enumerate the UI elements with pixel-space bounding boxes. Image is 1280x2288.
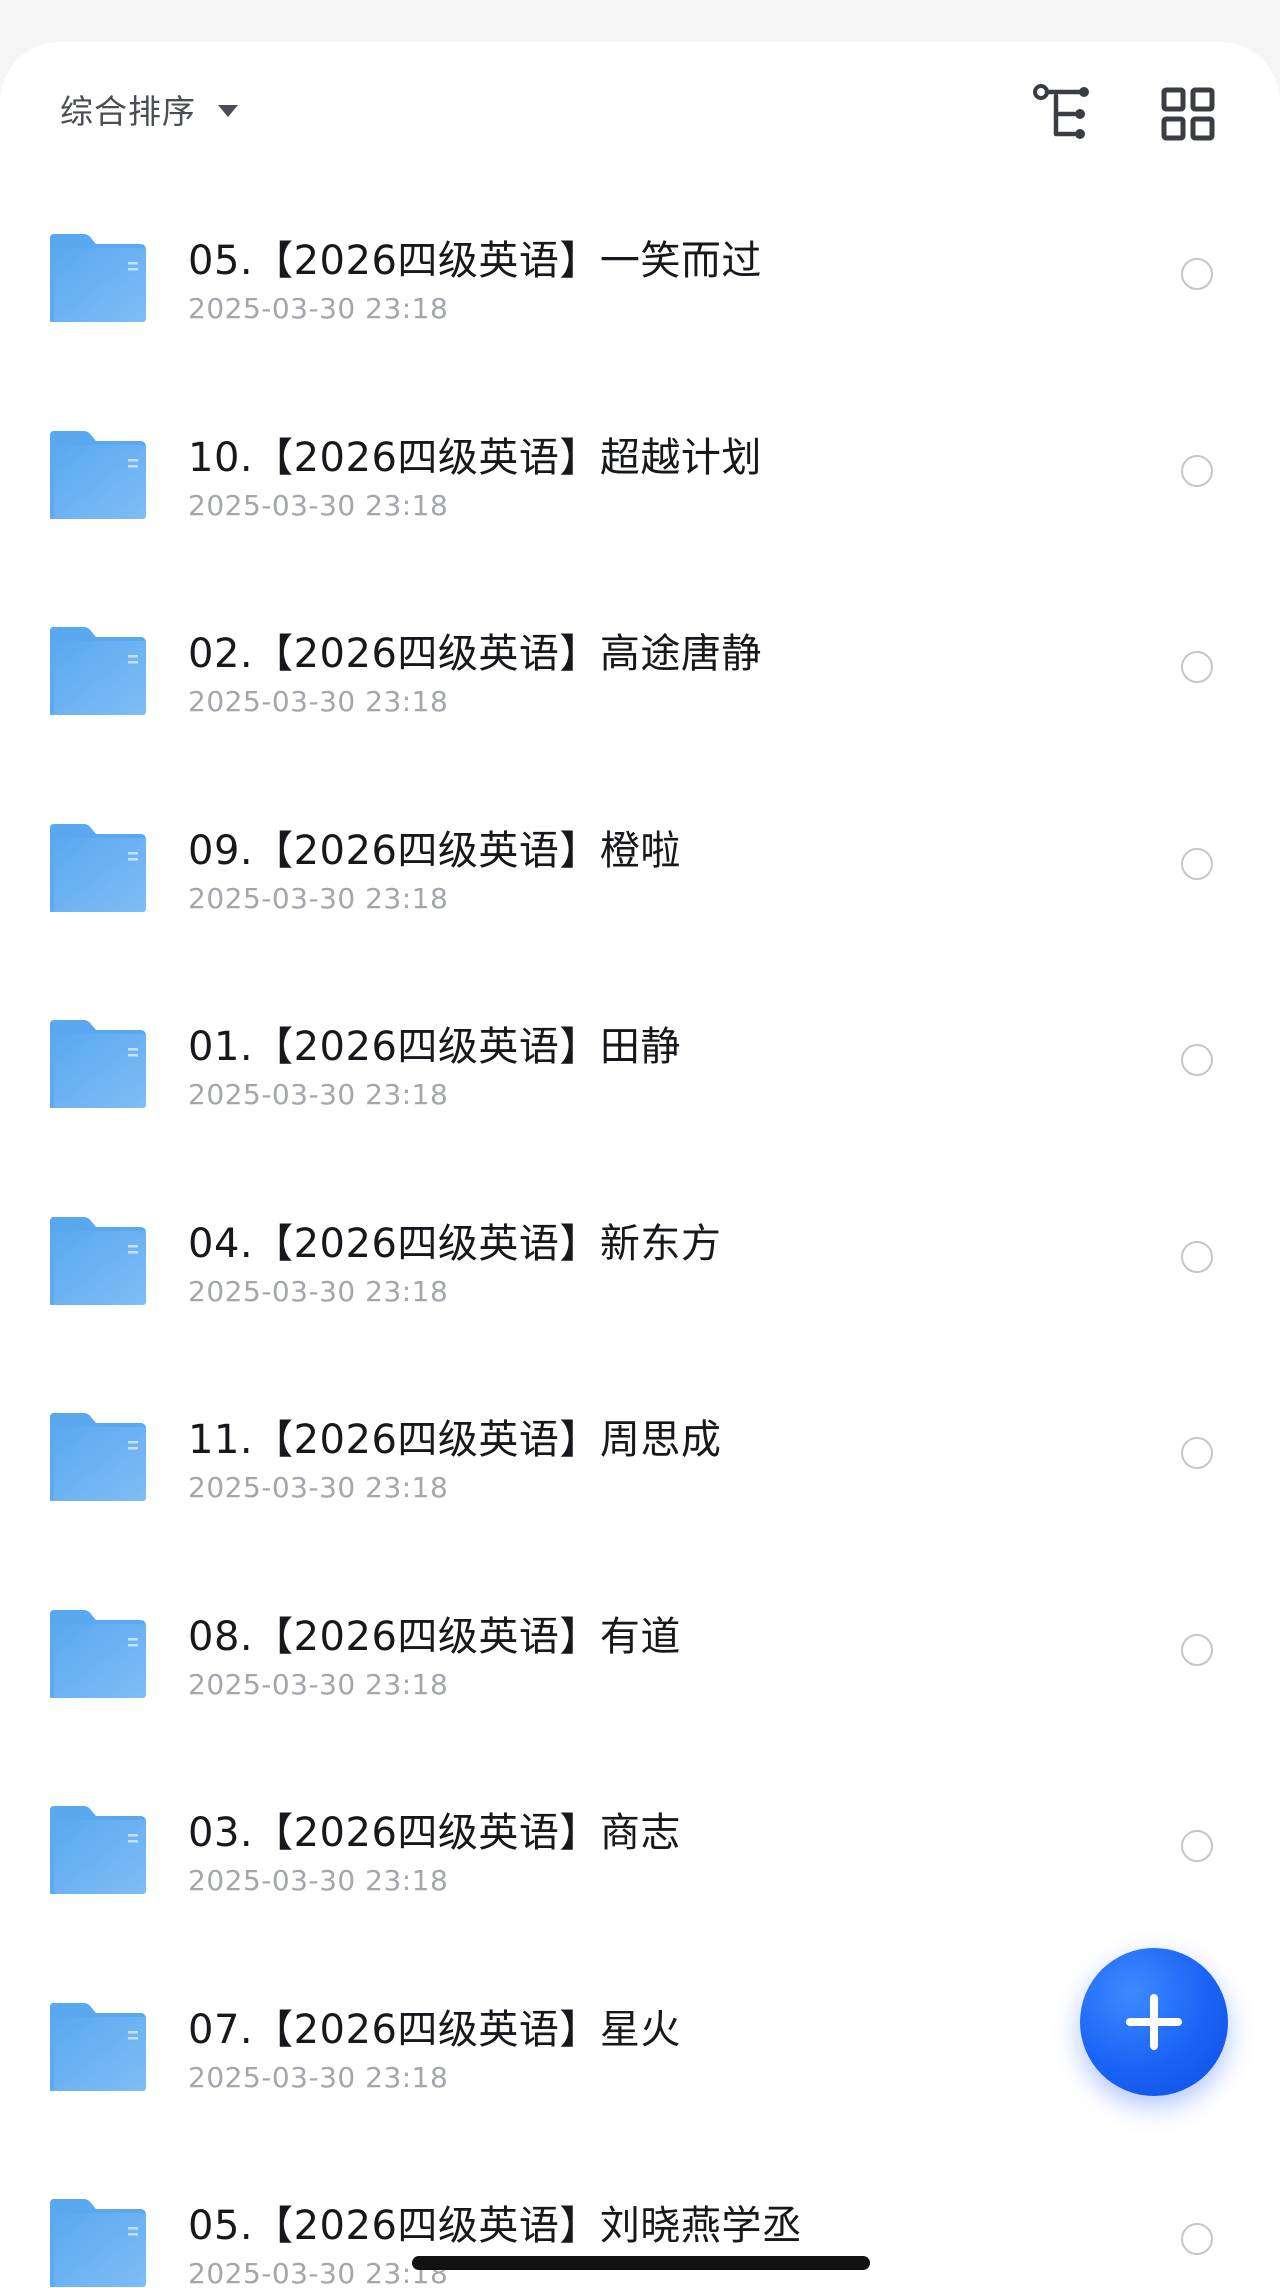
file-time: 2025-03-30 23:18	[188, 1864, 449, 1897]
folder-icon	[48, 2001, 148, 2093]
file-name: 03.【2026四级英语】商志	[188, 1810, 681, 1856]
tree-view-button[interactable]	[1032, 82, 1096, 146]
list-item[interactable]: 05.【2026四级英语】一笑而过 2025-03-30 23:18	[0, 192, 1280, 389]
file-name: 09.【2026四级英语】橙啦	[188, 827, 681, 874]
grid-view-icon	[1161, 87, 1215, 141]
file-time: 2025-03-30 23:18	[188, 292, 449, 325]
select-radio[interactable]	[1181, 1633, 1213, 1666]
file-time: 2025-03-30 23:18	[188, 1471, 449, 1504]
list-item[interactable]: 03.【2026四级英语】商志 2025-03-30 23:18	[0, 1764, 1280, 1961]
select-radio[interactable]	[1181, 2223, 1213, 2255]
file-list: 05.【2026四级英语】一笑而过 2025-03-30 23:18 10.【2…	[0, 192, 1280, 2288]
tree-view-icon	[1033, 84, 1089, 139]
home-indicator[interactable]	[412, 2256, 870, 2270]
file-name: 11.【2026四级英语】周思成	[188, 1417, 722, 1463]
select-radio[interactable]	[1181, 1240, 1213, 1273]
file-name: 02.【2026四级英语】高途唐静	[188, 631, 762, 677]
folder-icon	[48, 1608, 148, 1700]
file-name: 07.【2026四级英语】星火	[188, 2006, 681, 2053]
file-name: 08.【2026四级英语】有道	[188, 1613, 681, 1660]
file-name: 01.【2026四级英语】田静	[188, 1024, 681, 1070]
file-name: 10.【2026四级英语】超越计划	[188, 434, 762, 481]
sort-dropdown[interactable]: 综合排序	[60, 84, 238, 134]
select-radio[interactable]	[1181, 847, 1213, 880]
list-item[interactable]: 04.【2026四级英语】新东方 2025-03-30 23:18	[0, 1175, 1280, 1372]
folder-icon	[48, 625, 148, 717]
file-list-sheet: 综合排序 05.【2026四级英语】一笑而过 2025-03-30 23:18 …	[0, 42, 1280, 2288]
select-radio[interactable]	[1181, 1437, 1213, 1469]
file-name: 04.【2026四级英语】新东方	[188, 1220, 722, 1267]
list-item[interactable]: 09.【2026四级英语】橙啦 2025-03-30 23:18	[0, 782, 1280, 979]
list-item[interactable]: 02.【2026四级英语】高途唐静 2025-03-30 23:18	[0, 585, 1280, 782]
file-browser-screen: 综合排序 05.【2026四级英语】一笑而过 2025-03-30 23:18 …	[0, 0, 1280, 2288]
list-item[interactable]: 08.【2026四级英语】有道 2025-03-30 23:18	[0, 1568, 1280, 1765]
select-radio[interactable]	[1181, 651, 1213, 683]
folder-icon	[48, 1804, 148, 1896]
caret-down-icon	[218, 105, 238, 117]
select-radio[interactable]	[1181, 1044, 1213, 1076]
folder-icon	[48, 232, 148, 324]
grid-view-button[interactable]	[1156, 82, 1220, 146]
file-name: 05.【2026四级英语】一笑而过	[188, 238, 762, 284]
folder-icon	[48, 2197, 148, 2288]
file-time: 2025-03-30 23:18	[188, 1667, 449, 1701]
list-item[interactable]: 01.【2026四级英语】田静 2025-03-30 23:18	[0, 978, 1280, 1175]
add-button[interactable]	[1080, 1948, 1228, 2096]
plus-icon	[1126, 1994, 1182, 2050]
select-radio[interactable]	[1181, 454, 1213, 487]
file-time: 2025-03-30 23:18	[188, 1078, 449, 1111]
folder-icon	[48, 1411, 148, 1503]
file-time: 2025-03-30 23:18	[188, 488, 449, 522]
list-item[interactable]: 11.【2026四级英语】周思成 2025-03-30 23:18	[0, 1371, 1280, 1568]
sort-label: 综合排序	[60, 92, 196, 131]
folder-icon	[48, 822, 148, 914]
select-radio[interactable]	[1181, 1830, 1213, 1862]
list-item[interactable]: 10.【2026四级英语】超越计划 2025-03-30 23:18	[0, 389, 1280, 586]
folder-icon	[48, 1018, 148, 1110]
select-radio[interactable]	[1181, 258, 1213, 290]
file-time: 2025-03-30 23:18	[188, 2257, 449, 2288]
file-time: 2025-03-30 23:18	[188, 685, 449, 718]
file-time: 2025-03-30 23:18	[188, 1274, 449, 1308]
toolbar: 综合排序	[0, 42, 1280, 182]
folder-icon	[48, 429, 148, 521]
file-name: 05.【2026四级英语】刘晓燕学丞	[188, 2203, 803, 2249]
file-time: 2025-03-30 23:18	[188, 881, 449, 915]
folder-icon	[48, 1215, 148, 1307]
file-time: 2025-03-30 23:18	[188, 2060, 449, 2094]
